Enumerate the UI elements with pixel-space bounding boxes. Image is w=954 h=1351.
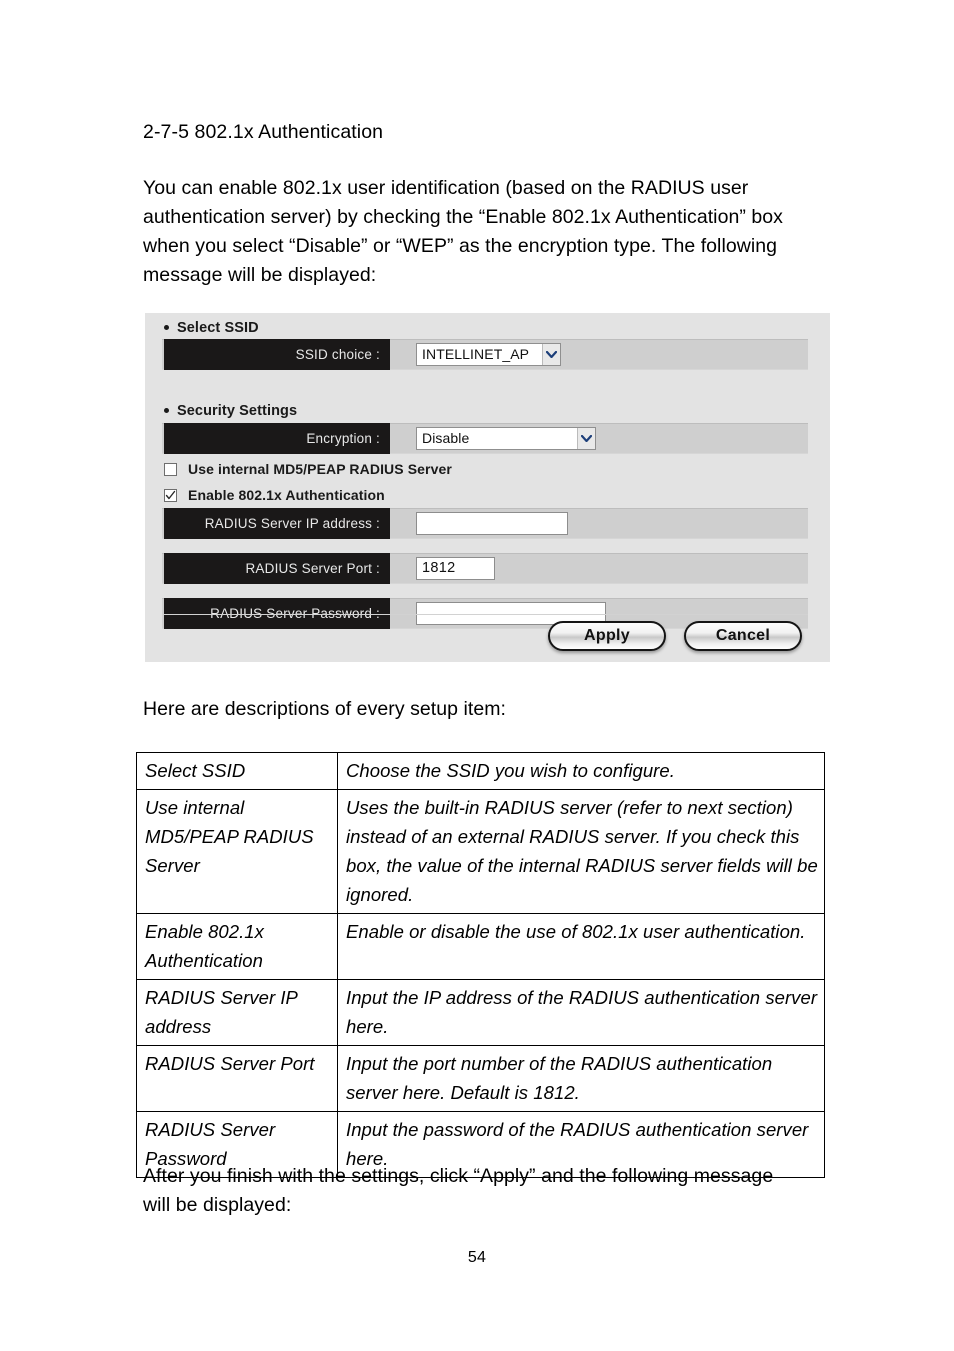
ssid-choice-value: INTELLINET_AP [422,346,530,362]
table-cell-term: Use internal MD5/PEAP RADIUS Server [136,789,338,914]
radius-ip-row: RADIUS Server IP address : [162,508,808,539]
table-row: RADIUS Server Port Input the port number… [136,1045,825,1112]
encryption-label: Encryption : [164,423,390,454]
ssid-choice-label: SSID choice : [164,339,390,370]
table-row: Enable 802.1x Authentication Enable or d… [136,913,825,980]
descriptions-lead-paragraph: Here are descriptions of every setup ite… [143,698,507,720]
ssid-choice-select[interactable]: INTELLINET_AP [416,343,561,366]
ssid-choice-row: SSID choice : INTELLINET_AP [162,339,808,370]
button-row: Apply Cancel [162,621,808,655]
radius-port-input[interactable]: 1812 [416,557,495,580]
table-cell-definition: Input the port number of the RADIUS auth… [337,1045,825,1112]
page-number: 54 [467,1249,487,1266]
chevron-down-icon[interactable] [542,344,560,365]
apply-button[interactable]: Apply [548,621,666,651]
table-cell-definition: Choose the SSID you wish to configure. [337,752,825,790]
checkbox-unchecked-icon[interactable] [164,462,177,476]
encryption-value: Disable [422,430,470,446]
table-cell-term: Select SSID [136,752,338,790]
bullet-icon [164,407,169,413]
table-cell-definition: Enable or disable the use of 802.1x user… [337,913,825,980]
radius-port-row: RADIUS Server Port : 1812 [162,553,808,584]
table-cell-term: RADIUS Server IP address [136,979,338,1046]
divider [162,614,808,615]
setup-item-description-table: Select SSID Choose the SSID you wish to … [136,752,825,1178]
closing-paragraph: After you finish with the settings, clic… [143,1165,774,1216]
table-cell-term: RADIUS Server Port [136,1045,338,1112]
table-cell-term: Enable 802.1x Authentication [136,913,338,980]
table-cell-definition: Input the IP address of the RADIUS authe… [337,979,825,1046]
enable-8021x-label: Enable 802.1x Authentication [188,487,385,503]
encryption-select[interactable]: Disable [416,427,596,450]
section-heading-security-settings: Security Settings [164,403,297,419]
section-heading-select-ssid-label: Select SSID [177,320,259,336]
enable-8021x-checkbox-row[interactable]: Enable 802.1x Authentication [164,485,385,505]
intro-paragraph: You can enable 802.1x user identificatio… [143,177,783,286]
table-row: Select SSID Choose the SSID you wish to … [136,752,825,790]
radius-ip-label: RADIUS Server IP address : [164,508,390,539]
bullet-icon [164,324,169,330]
document-page: 2-7-5 802.1x Authentication You can enab… [0,0,954,1351]
table-cell-definition: Uses the built-in RADIUS server (refer t… [337,789,825,914]
table-row: Use internal MD5/PEAP RADIUS Server Uses… [136,789,825,914]
radius-ip-input[interactable] [416,512,568,535]
use-internal-radius-label: Use internal MD5/PEAP RADIUS Server [188,461,452,477]
use-internal-radius-checkbox-row[interactable]: Use internal MD5/PEAP RADIUS Server [164,459,452,479]
router-config-screenshot: Select SSID SSID choice : INTELLINET_AP … [145,313,830,662]
cancel-button[interactable]: Cancel [684,621,802,651]
section-heading-security-settings-label: Security Settings [177,403,298,419]
chevron-down-icon[interactable] [577,428,595,449]
radius-port-label: RADIUS Server Port : [164,553,390,584]
encryption-row: Encryption : Disable [162,423,808,454]
section-heading-select-ssid: Select SSID [164,320,259,336]
checkbox-checked-icon[interactable] [164,488,177,502]
table-row: RADIUS Server IP address Input the IP ad… [136,979,825,1046]
page-title: 2-7-5 802.1x Authentication [143,121,384,143]
